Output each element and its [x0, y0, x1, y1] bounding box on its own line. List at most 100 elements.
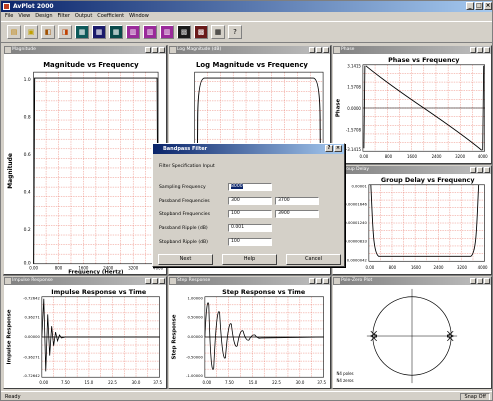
- group-delay-chart: Group Delay vs Frequency 0.00001 0.00001…: [344, 176, 488, 270]
- chart-title: Step Response vs Time: [222, 288, 305, 296]
- window-title-bar[interactable]: Pole-Zero Plot: [333, 277, 491, 285]
- x-tick: 800: [385, 154, 393, 159]
- zeros-count-label: N4 zeros: [336, 378, 353, 383]
- maximize-icon[interactable]: [477, 278, 483, 284]
- chart-title: Group Delay vs Frequency: [381, 176, 475, 184]
- step-icon[interactable]: ▦: [109, 25, 123, 39]
- close-icon[interactable]: [323, 278, 329, 284]
- close-icon[interactable]: [323, 47, 329, 53]
- maximize-icon[interactable]: [477, 167, 483, 173]
- dialog-title-bar[interactable]: Bandpass Filter ? ×: [153, 144, 344, 154]
- pole-zero-window: Pole-Zero Plot N4 poles N4 zeros: [332, 276, 492, 389]
- minimize-icon[interactable]: [470, 167, 476, 173]
- tile-icon[interactable]: ▩: [194, 25, 208, 39]
- status-text: Ready: [5, 394, 21, 400]
- impulse-icon[interactable]: ▦: [92, 25, 106, 39]
- window-title-bar[interactable]: Magnitude: [4, 46, 166, 54]
- window-title: Pole-Zero Plot: [341, 278, 373, 283]
- y-tick: 0.00000: [188, 335, 204, 339]
- x-tick: 800: [389, 265, 397, 270]
- x-tick: 1600: [411, 265, 421, 270]
- maximize-icon[interactable]: [152, 278, 158, 284]
- minimize-icon[interactable]: [309, 278, 315, 284]
- close-icon[interactable]: ×: [334, 145, 342, 152]
- minimize-icon[interactable]: [470, 278, 476, 284]
- close-icon[interactable]: ×: [484, 2, 492, 10]
- stopband-low-input[interactable]: 100: [228, 210, 272, 218]
- minimize-icon[interactable]: _: [466, 2, 474, 10]
- phase-icon[interactable]: ▥: [160, 25, 174, 39]
- print-icon[interactable]: ◨: [58, 25, 72, 39]
- close-icon[interactable]: [159, 278, 165, 284]
- stopband-high-input[interactable]: 3900: [275, 210, 319, 218]
- window-title-bar[interactable]: Log Magnitude (dB): [169, 46, 330, 54]
- y-tick: -0.36271: [23, 356, 40, 360]
- menu-view[interactable]: View: [18, 12, 30, 21]
- help-icon[interactable]: ?: [228, 25, 242, 39]
- y-tick: 0.50000: [188, 315, 204, 319]
- window-title-bar[interactable]: Impulse Response: [4, 277, 166, 285]
- close-icon[interactable]: [484, 47, 490, 53]
- magnitude-icon[interactable]: ▥: [143, 25, 157, 39]
- group-delay-icon[interactable]: ▩: [177, 25, 191, 39]
- next-button[interactable]: Next: [158, 254, 213, 265]
- x-tick: 0.00: [202, 380, 211, 385]
- app-title-bar: AvPlot 2000 _ □ ×: [1, 1, 492, 12]
- window-title: Group Delay: [341, 167, 370, 172]
- y-tick: 0.00001646: [344, 202, 367, 206]
- impulse-response-window: Impulse Response Impulse Response vs Tim…: [3, 276, 167, 389]
- new-icon[interactable]: ▤: [7, 25, 21, 39]
- y-tick: -1.00000: [186, 374, 203, 378]
- close-icon[interactable]: [159, 47, 165, 53]
- maximize-icon[interactable]: [152, 47, 158, 53]
- toolbar: ▤ ▣ ◧ ◨ ▦ ▦ ▦ ▥ ▥ ▥ ▩ ▩ ▦ ?: [1, 21, 492, 43]
- save-icon[interactable]: ◧: [41, 25, 55, 39]
- minimize-icon[interactable]: [309, 47, 315, 53]
- window-title-bar[interactable]: Group Delay: [333, 166, 491, 174]
- open-icon[interactable]: ▣: [24, 25, 38, 39]
- close-icon[interactable]: [484, 167, 490, 173]
- minimize-icon[interactable]: [145, 278, 151, 284]
- window-title-bar[interactable]: Phase: [333, 46, 491, 54]
- grid-icon[interactable]: ▦: [211, 25, 225, 39]
- passband-high-input[interactable]: 3700: [275, 197, 319, 205]
- window-icon[interactable]: ▥: [126, 25, 140, 39]
- cancel-button[interactable]: Cancel: [286, 254, 341, 265]
- x-tick: 15.0: [85, 380, 94, 385]
- app-title: AvPlot 2000: [13, 3, 54, 10]
- x-tick: 0.00: [39, 380, 48, 385]
- menu-output[interactable]: Output: [75, 12, 92, 21]
- maximize-icon[interactable]: [316, 278, 322, 284]
- x-tick: 22.5: [272, 380, 281, 385]
- phase-chart: Phase vs Frequency 3.1415 1.5708 0.0000 …: [335, 56, 488, 159]
- menu-window[interactable]: Window: [129, 12, 149, 21]
- section-label: Filter Specification Input: [159, 164, 215, 169]
- menu-file[interactable]: File: [5, 12, 13, 21]
- bandpass-filter-dialog: Bandpass Filter ? × Filter Specification …: [152, 143, 345, 267]
- menu-coefficient[interactable]: Coefficient: [97, 12, 124, 21]
- window-title-bar[interactable]: Step Response: [169, 277, 330, 285]
- sampling-frequency-input[interactable]: 8000: [228, 183, 272, 191]
- close-icon[interactable]: [484, 278, 490, 284]
- filter-design-icon[interactable]: ▦: [75, 25, 89, 39]
- passband-ripple-input[interactable]: 0.001: [228, 224, 272, 232]
- chart-title: Log Magnitude vs Frequency: [196, 61, 308, 69]
- help-icon[interactable]: ?: [325, 145, 333, 152]
- x-tick: 37.5: [153, 380, 162, 385]
- maximize-icon[interactable]: [477, 47, 483, 53]
- x-axis-label: Frequency (Hertz): [68, 270, 124, 274]
- help-button[interactable]: Help: [222, 254, 277, 265]
- menu-filter[interactable]: Filter: [58, 12, 70, 21]
- maximize-icon[interactable]: □: [475, 2, 483, 10]
- pole-zero-plot: N4 poles N4 zeros: [336, 288, 458, 383]
- passband-low-input[interactable]: 300: [228, 197, 272, 205]
- step-chart: Step Response vs Time 1.00000 0.50000 0.…: [171, 288, 326, 385]
- maximize-icon[interactable]: [316, 47, 322, 53]
- x-tick: 4000: [478, 154, 488, 159]
- minimize-icon[interactable]: [470, 47, 476, 53]
- y-tick: 0.00000833: [344, 240, 367, 244]
- stopband-ripple-input[interactable]: 100: [228, 238, 272, 246]
- menu-design[interactable]: Design: [35, 12, 52, 21]
- minimize-icon[interactable]: [145, 47, 151, 53]
- chart-title: Phase vs Frequency: [388, 56, 460, 64]
